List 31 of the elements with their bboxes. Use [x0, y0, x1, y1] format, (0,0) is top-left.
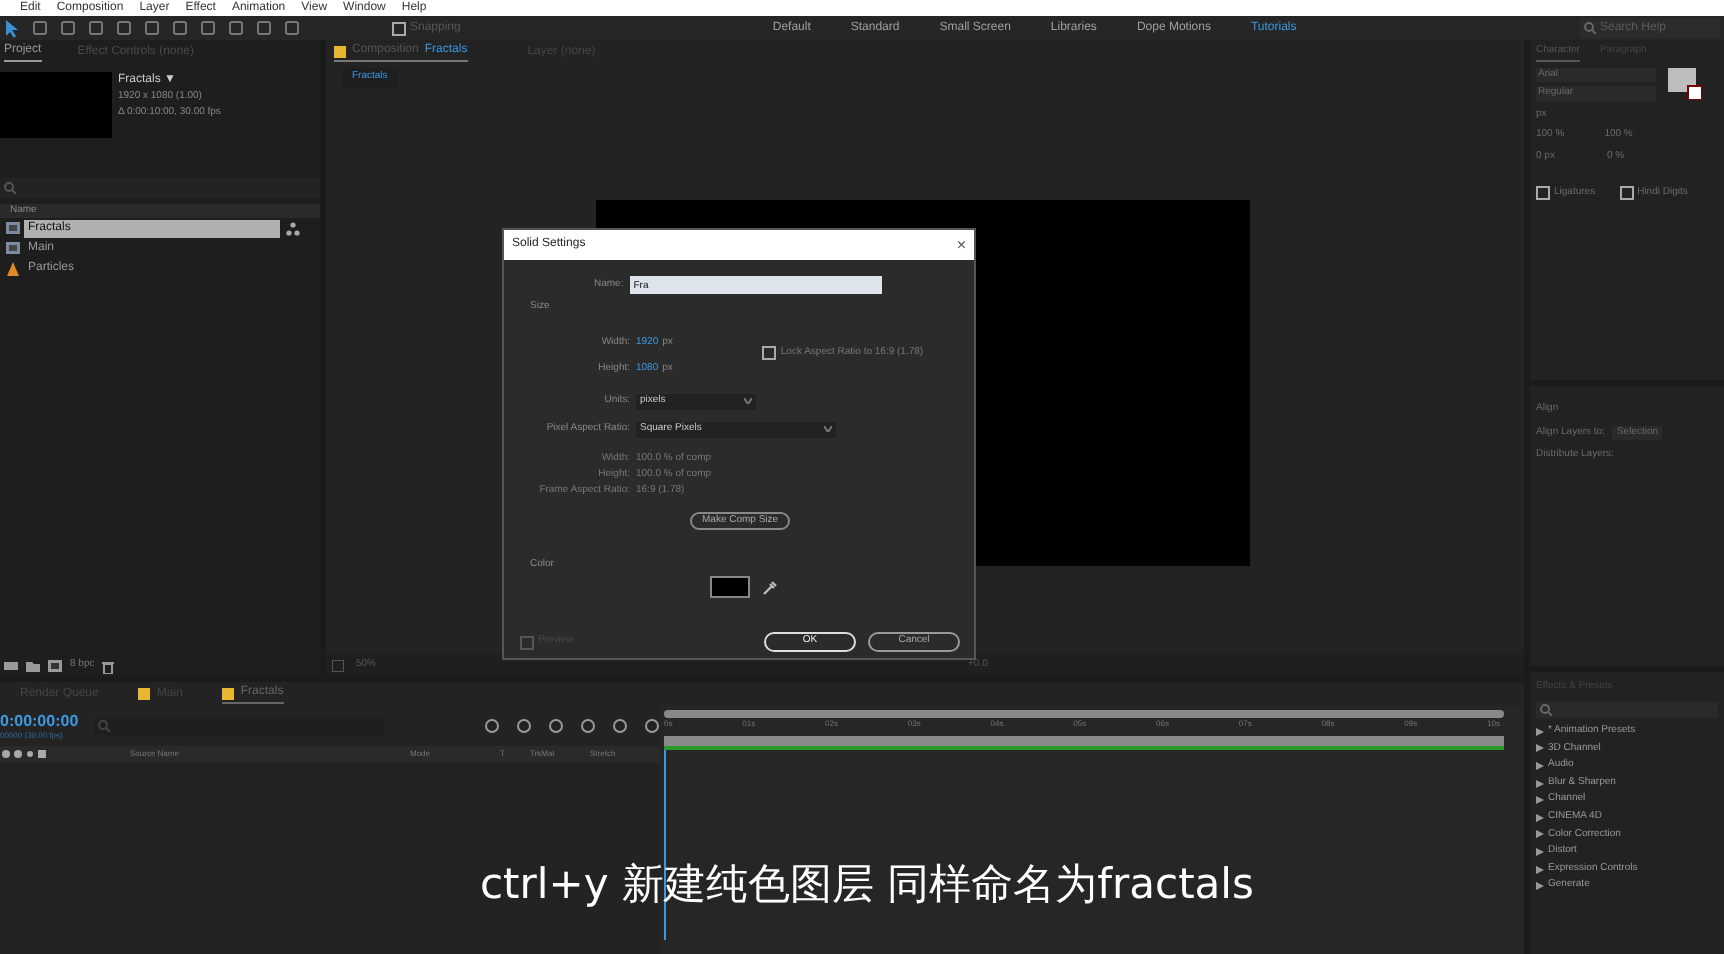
flowchart-icon: [286, 221, 300, 235]
search-icon: [1584, 22, 1596, 34]
composition-icon: [138, 688, 151, 700]
caret-icon: [824, 426, 832, 432]
color-swatch[interactable]: [710, 576, 750, 598]
search-icon: [4, 182, 16, 194]
cone-icon: [6, 261, 20, 275]
selection-arrow-icon: [4, 18, 20, 38]
composition-icon: [222, 687, 235, 699]
composition-icon: [334, 45, 346, 57]
checkbox[interactable]: [762, 345, 777, 360]
search-field[interactable]: [0, 178, 320, 198]
color-swatch-icon: [1662, 67, 1702, 99]
timecode[interactable]: 0:00:00:00: [0, 711, 79, 729]
caret-icon: [744, 398, 752, 404]
close-button[interactable]: ×: [956, 233, 966, 257]
search-field[interactable]: [1536, 701, 1718, 717]
thumbnail-preview: [0, 72, 112, 138]
eyedropper-icon: [762, 579, 778, 595]
checkbox[interactable]: [392, 21, 406, 35]
composition-icon: [48, 660, 62, 672]
search-icon: [1540, 703, 1552, 715]
trash-icon: [102, 659, 115, 673]
search-icon: [98, 720, 111, 732]
checkbox[interactable]: [1619, 186, 1634, 201]
checkbox[interactable]: [1536, 186, 1550, 201]
layer-switches-icon: [0, 748, 50, 760]
folder-icon: [26, 660, 40, 672]
interpret-footage-icon: [4, 660, 18, 672]
region-icon: [332, 659, 344, 671]
search-field[interactable]: [94, 717, 384, 735]
